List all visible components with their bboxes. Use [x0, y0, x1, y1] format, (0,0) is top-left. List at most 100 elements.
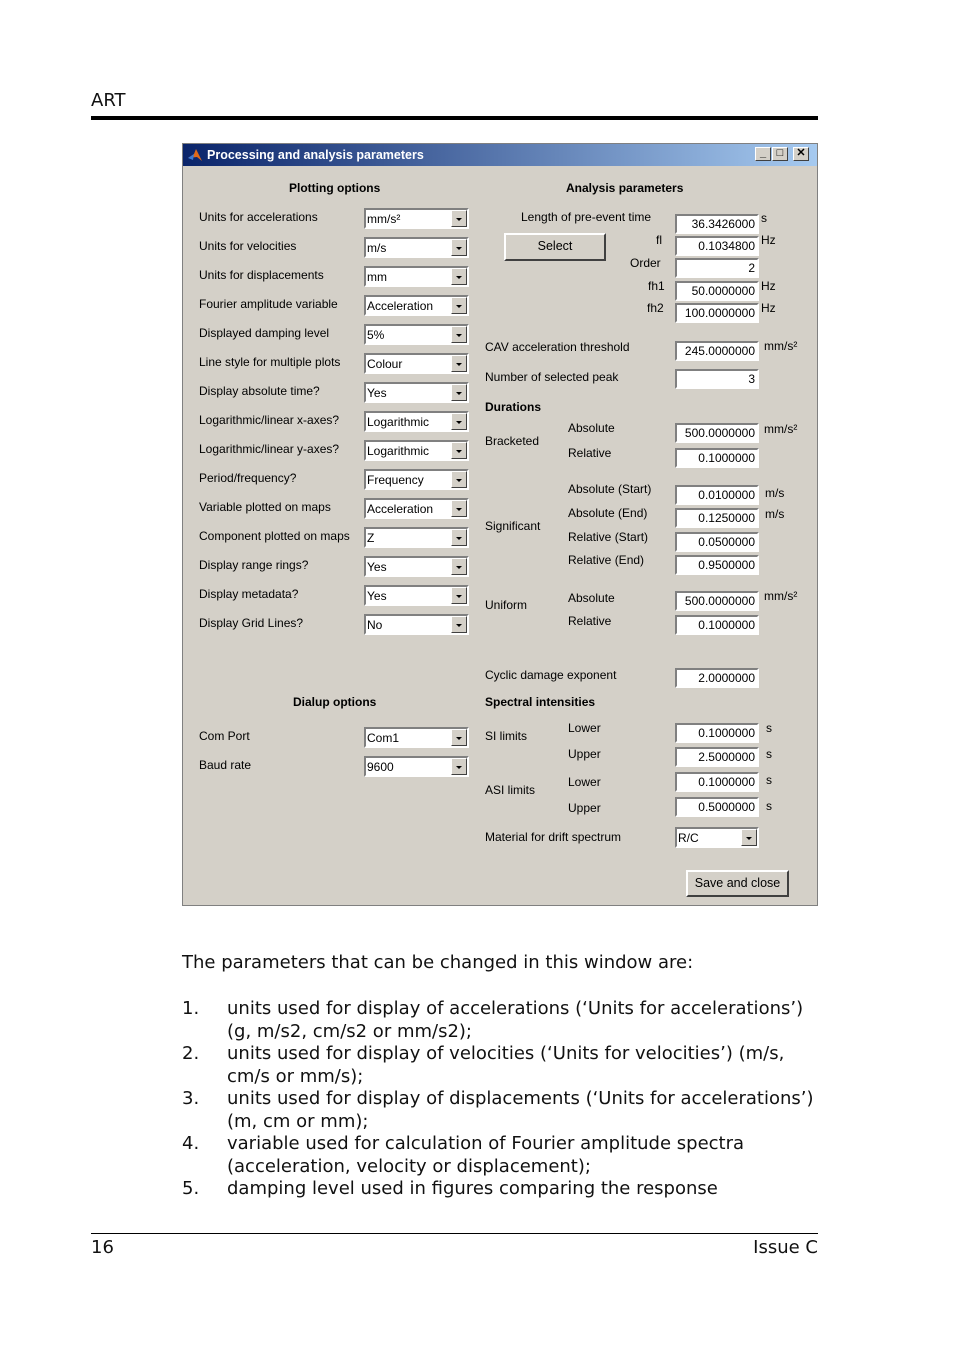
fl-label: fl [656, 233, 662, 247]
significant-rel-end-input[interactable]: 0.9500000 [675, 555, 759, 575]
uniform-relative-label: Relative [568, 614, 612, 628]
plot-option-select[interactable]: Yes [364, 382, 469, 403]
si-lower-label: Lower [568, 721, 601, 735]
chevron-down-icon[interactable] [451, 587, 467, 604]
chevron-down-icon[interactable] [451, 471, 467, 488]
fh1-input[interactable]: 50.0000000 [675, 281, 759, 301]
chevron-down-icon[interactable] [451, 616, 467, 633]
asi-lower-input[interactable]: 0.1000000 [675, 772, 759, 792]
significant-abs-start-unit: m/s [765, 486, 785, 500]
pre-event-unit: s [761, 211, 767, 225]
plot-option-label: Units for accelerations [199, 210, 318, 224]
chevron-down-icon[interactable] [451, 239, 467, 256]
dialup-option-value: 9600 [367, 760, 394, 774]
significant-abs-start-input[interactable]: 0.0100000 [675, 485, 759, 505]
chevron-down-icon[interactable] [451, 268, 467, 285]
list-item-text: damping level used in figures comparing … [227, 1178, 718, 1199]
bracketed-absolute-label: Absolute [568, 421, 615, 435]
order-label: Order [630, 256, 661, 270]
significant-rel-end-label: Relative (End) [568, 553, 645, 567]
save-and-close-button[interactable]: Save and close [686, 870, 789, 897]
chevron-down-icon[interactable] [451, 442, 467, 459]
cav-input[interactable]: 245.0000000 [675, 341, 759, 361]
dialup-option-select[interactable]: 9600 [364, 756, 469, 777]
plot-option-select[interactable]: Yes [364, 556, 469, 577]
title-bar[interactable]: Processing and analysis parameters _ □ ✕ [183, 144, 817, 166]
significant-abs-end-label: Absolute (End) [568, 506, 648, 520]
chevron-down-icon[interactable] [451, 729, 467, 746]
pre-event-input[interactable]: 36.3426000 [675, 214, 759, 234]
plot-option-value: Acceleration [367, 502, 434, 516]
plot-option-value: Colour [367, 357, 403, 371]
plot-option-value: Yes [367, 589, 387, 603]
uniform-absolute-input[interactable]: 500.0000000 [675, 591, 759, 611]
peak-input[interactable]: 3 [675, 369, 759, 389]
material-label: Material for drift spectrum [485, 830, 622, 844]
si-upper-label: Upper [568, 747, 601, 761]
plot-option-select[interactable]: Colour [364, 353, 469, 374]
fh2-label: fh2 [647, 301, 664, 315]
chevron-down-icon[interactable] [451, 297, 467, 314]
bracketed-absolute-unit: mm/s² [764, 422, 798, 436]
uniform-relative-input[interactable]: 0.1000000 [675, 615, 759, 635]
chevron-down-icon[interactable] [451, 500, 467, 517]
select-button[interactable]: Select [504, 233, 606, 261]
chevron-down-icon[interactable] [451, 558, 467, 575]
window-title: Processing and analysis parameters [207, 148, 424, 162]
plot-option-select[interactable]: Logarithmic [364, 411, 469, 432]
chevron-down-icon[interactable] [451, 355, 467, 372]
close-button[interactable]: ✕ [793, 147, 809, 161]
chevron-down-icon[interactable] [741, 829, 757, 846]
plot-option-select[interactable]: mm [364, 266, 469, 287]
page-header: ART [91, 90, 126, 111]
maximize-button[interactable]: □ [772, 147, 788, 161]
chevron-down-icon[interactable] [451, 326, 467, 343]
si-upper-input[interactable]: 2.5000000 [675, 747, 759, 767]
parameter-list: 1. units used for display of acceleration… [182, 998, 822, 1201]
list-item: 3. units used for display of displacement… [182, 1088, 822, 1133]
significant-label: Significant [485, 519, 541, 533]
fl-input[interactable]: 0.1034800 [675, 236, 759, 256]
order-input[interactable]: 2 [675, 258, 759, 278]
minimize-button[interactable]: _ [755, 147, 771, 161]
plot-option-select[interactable]: m/s [364, 237, 469, 258]
si-lower-input[interactable]: 0.1000000 [675, 723, 759, 743]
dialup-option-select[interactable]: Com1 [364, 727, 469, 748]
durations-heading: Durations [485, 400, 542, 414]
chevron-down-icon[interactable] [451, 210, 467, 227]
pre-event-label: Length of pre-event time [521, 210, 652, 224]
cyclic-damage-input[interactable]: 2.0000000 [675, 668, 759, 688]
plot-option-select[interactable]: 5% [364, 324, 469, 345]
plot-option-select[interactable]: mm/s² [364, 208, 469, 229]
plot-option-select[interactable]: Z [364, 527, 469, 548]
plot-option-value: Frequency [367, 473, 424, 487]
dialup-options-heading: Dialup options [293, 695, 377, 709]
plot-option-select[interactable]: Acceleration [364, 295, 469, 316]
plot-option-value: mm [367, 270, 387, 284]
asi-limits-label: ASI limits [485, 783, 536, 797]
bracketed-relative-input[interactable]: 0.1000000 [675, 448, 759, 468]
asi-upper-input[interactable]: 0.5000000 [675, 797, 759, 817]
bracketed-absolute-input[interactable]: 500.0000000 [675, 423, 759, 443]
list-item-number: 4. [182, 1133, 200, 1154]
chevron-down-icon[interactable] [451, 413, 467, 430]
list-item-number: 3. [182, 1088, 200, 1109]
fh2-input[interactable]: 100.0000000 [675, 303, 759, 323]
plot-option-label: Units for displacements [199, 268, 324, 282]
plot-option-select[interactable]: Yes [364, 585, 469, 606]
plot-option-select[interactable]: No [364, 614, 469, 635]
plot-option-select[interactable]: Frequency [364, 469, 469, 490]
plot-option-value: No [367, 618, 383, 632]
uniform-absolute-unit: mm/s² [764, 589, 798, 603]
chevron-down-icon[interactable] [451, 758, 467, 775]
significant-abs-end-input[interactable]: 0.1250000 [675, 508, 759, 528]
plot-option-select[interactable]: Logarithmic [364, 440, 469, 461]
list-item: 4. variable used for calculation of Fouri… [182, 1133, 822, 1178]
significant-rel-start-input[interactable]: 0.0500000 [675, 532, 759, 552]
material-select[interactable]: R/C [675, 827, 759, 848]
plot-option-select[interactable]: Acceleration [364, 498, 469, 519]
list-item-text: units used for display of velocities (‘U… [227, 1043, 785, 1087]
matlab-logo-icon [188, 149, 202, 161]
chevron-down-icon[interactable] [451, 384, 467, 401]
chevron-down-icon[interactable] [451, 529, 467, 546]
